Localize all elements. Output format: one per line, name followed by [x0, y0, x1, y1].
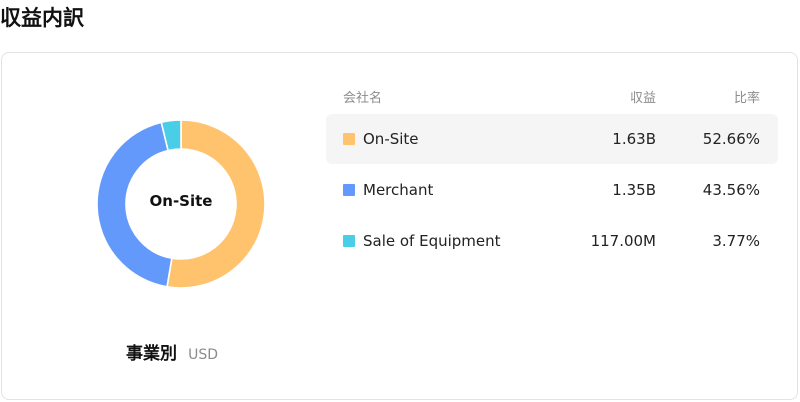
row-value: 117.00M	[590, 232, 656, 250]
revenue-breakdown-card: On-Site 事業別 USD 会社名 収益 比率 On-Site 1.63B …	[1, 52, 798, 400]
legend-swatch-merchant	[343, 184, 355, 196]
header-revenue: 収益	[629, 90, 656, 106]
table-row-sale-of-equipment[interactable]: Sale of Equipment 117.00M 3.77%	[326, 216, 778, 266]
table-header-row: 会社名 収益 比率	[326, 87, 778, 106]
row-value: 1.35B	[612, 181, 656, 199]
row-percent: 43.56%	[702, 181, 760, 199]
page-title: 収益内訳	[0, 6, 84, 30]
legend-swatch-on-site	[343, 133, 355, 145]
row-name: On-Site	[363, 130, 419, 148]
row-value: 1.63B	[612, 130, 656, 148]
row-percent: 52.66%	[702, 130, 760, 148]
table-row-merchant[interactable]: Merchant 1.35B 43.56%	[326, 165, 778, 215]
row-percent: 3.77%	[712, 232, 760, 250]
header-ratio: 比率	[733, 90, 760, 106]
chart-subtitle: 事業別 USD	[126, 339, 218, 364]
currency-unit-label: USD	[188, 347, 219, 363]
donut-center-label: On-Site	[149, 192, 213, 210]
header-company-name: 会社名	[343, 90, 383, 106]
segment-by-business-label: 事業別	[126, 344, 177, 364]
table-row-on-site[interactable]: On-Site 1.63B 52.66%	[326, 114, 778, 164]
breakdown-table: 会社名 収益 比率 On-Site 1.63B 52.66% Merchant …	[326, 87, 778, 267]
legend-swatch-sale-of-equipment	[343, 235, 355, 247]
row-name: Sale of Equipment	[363, 232, 501, 250]
row-name: Merchant	[363, 181, 434, 199]
